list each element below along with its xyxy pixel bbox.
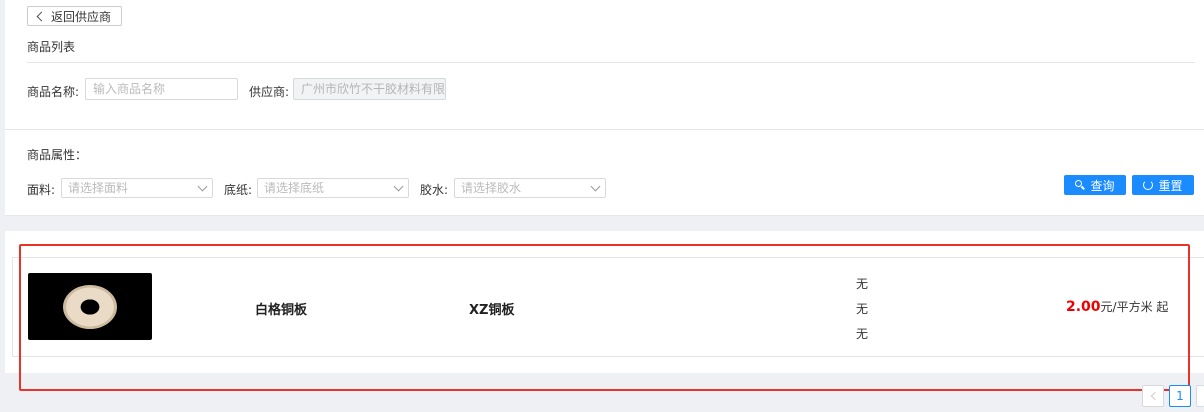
chevron-left-icon bbox=[1150, 391, 1159, 401]
attributes-title: 商品属性： bbox=[27, 148, 88, 162]
reset-button-label: 重置 bbox=[1158, 178, 1183, 193]
face-label: 面料: bbox=[27, 183, 56, 197]
product-name: 白格铜板 bbox=[255, 303, 308, 318]
supplier-field: 广州市欣竹不干胶材料有限公司 bbox=[293, 78, 446, 100]
back-to-supplier-button[interactable]: 返回供应商 bbox=[27, 6, 123, 26]
tape-roll-icon bbox=[63, 285, 117, 329]
attr-glue-value: 无 bbox=[856, 327, 869, 341]
chevron-left-icon bbox=[36, 11, 47, 21]
filter-panel: 返回供应商 商品列表 商品名称: 输入商品名称 供应商: 广州市欣竹不干胶材料有… bbox=[5, 0, 1204, 216]
price: 2.00元/平方米 起 bbox=[1066, 298, 1168, 315]
backing-select-placeholder: 请选择底纸 bbox=[264, 181, 325, 195]
refresh-icon bbox=[1143, 180, 1154, 190]
backing-select[interactable]: 请选择底纸 bbox=[257, 178, 409, 198]
glue-label: 胶水: bbox=[420, 183, 449, 197]
product-name-label: 商品名称: bbox=[27, 85, 80, 99]
glue-select-placeholder: 请选择胶水 bbox=[461, 181, 522, 195]
chevron-down-icon bbox=[197, 181, 208, 192]
next-page-button[interactable] bbox=[1196, 385, 1204, 407]
chevron-down-icon bbox=[590, 181, 601, 192]
attr-face-value: 无 bbox=[856, 277, 869, 291]
product-material: XZ铜板 bbox=[469, 303, 515, 318]
product-row[interactable]: 白格铜板 XZ铜板 无 无 无 2.00元/平方米 起 bbox=[12, 257, 1204, 357]
tape-roll-image bbox=[28, 273, 152, 340]
search-button[interactable]: 查询 bbox=[1064, 175, 1126, 195]
reset-button[interactable]: 重置 bbox=[1132, 175, 1194, 195]
attr-backing-value: 无 bbox=[856, 302, 869, 316]
supplier-label: 供应商: bbox=[249, 85, 290, 99]
prev-page-button[interactable] bbox=[1142, 385, 1164, 407]
face-select[interactable]: 请选择面料 bbox=[61, 178, 213, 198]
section-title: 商品列表 bbox=[27, 40, 76, 54]
face-select-placeholder: 请选择面料 bbox=[68, 181, 129, 195]
price-value: 2.00 bbox=[1066, 299, 1101, 315]
divider bbox=[27, 62, 1195, 63]
page-button-current[interactable]: 1 bbox=[1169, 385, 1191, 407]
glue-select[interactable]: 请选择胶水 bbox=[454, 178, 606, 198]
chevron-down-icon bbox=[393, 181, 404, 192]
divider bbox=[5, 129, 1204, 130]
price-unit: 元/平方米 起 bbox=[1100, 300, 1169, 314]
product-list: 白格铜板 XZ铜板 无 无 无 2.00元/平方米 起 bbox=[5, 231, 1204, 373]
backing-label: 底纸: bbox=[224, 183, 253, 197]
search-icon bbox=[1075, 180, 1085, 190]
search-button-label: 查询 bbox=[1090, 178, 1115, 193]
product-name-input[interactable]: 输入商品名称 bbox=[85, 78, 238, 100]
back-button-label: 返回供应商 bbox=[51, 9, 112, 24]
